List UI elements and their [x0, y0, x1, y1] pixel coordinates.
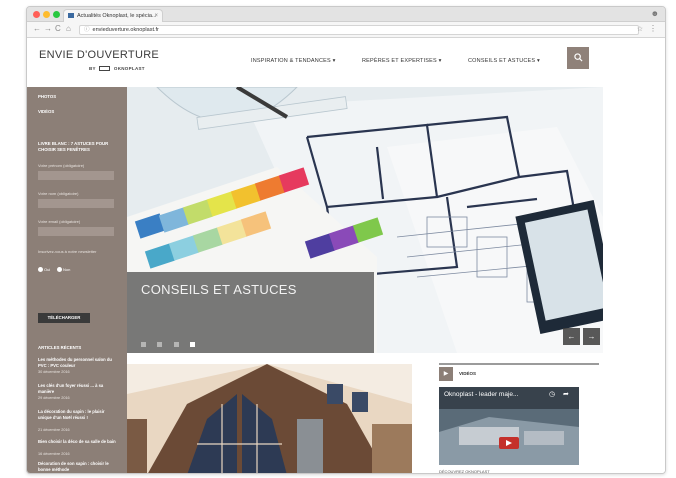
recent-article-link[interactable]: Bien choisir la déco de sa salle de bain	[38, 439, 116, 445]
play-icon: ▶	[439, 367, 453, 381]
newsletter-label: Inscrivez-vous à notre newsletter	[38, 249, 97, 254]
screenshot: Actualités Oknoplast, le spécia... × ☻ ←…	[0, 0, 676, 478]
discover-link[interactable]: DÉCOUVREZ OKNOPLAST	[439, 469, 490, 473]
byline-by: BY	[89, 66, 96, 71]
url-field[interactable]: ⓘ envieduverture.oknoplast.fr	[79, 25, 639, 35]
newsletter-radio-yes[interactable]: Oui	[38, 267, 50, 272]
web-page: ENVIE D'OUVERTURE BY OKNOPLAST INSPIRATI…	[27, 38, 665, 473]
back-icon[interactable]: ←	[33, 24, 41, 33]
slider-next-button[interactable]: →	[583, 328, 600, 345]
article-image[interactable]	[127, 364, 412, 473]
byline-company: OKNOPLAST	[113, 66, 145, 71]
slider-prev-button[interactable]: ←	[563, 328, 580, 345]
minimize-window-button[interactable]	[43, 11, 50, 18]
radio-yes-icon	[38, 267, 43, 272]
firstname-field[interactable]	[38, 171, 114, 180]
lastname-field[interactable]	[38, 199, 114, 208]
forward-icon[interactable]: →	[44, 24, 52, 33]
address-toolbar: ← → C ⌂ ⓘ envieduverture.oknoplast.fr ☆ ⋮	[27, 22, 665, 38]
home-icon[interactable]: ⌂	[66, 24, 71, 33]
email-field[interactable]	[38, 227, 114, 236]
browser-tab-bar: Actualités Oknoplast, le spécia... × ☻	[27, 7, 665, 22]
firstname-label: Votre prénom (obligatoire)	[38, 163, 85, 168]
recent-article-date: 30 décembre 2016	[38, 370, 70, 374]
url-text: envieduverture.oknoplast.fr	[92, 27, 159, 33]
slider-dot[interactable]	[141, 342, 146, 347]
search-button[interactable]	[567, 47, 589, 69]
site-logo[interactable]: ENVIE D'OUVERTURE	[39, 49, 159, 61]
sidebar-link-videos[interactable]: VIDÉOS	[38, 109, 54, 114]
video-player[interactable]: Oknoplast - leader maje... ◷ ➦	[439, 387, 579, 465]
slider-dot-active[interactable]	[190, 342, 196, 347]
slider-dot[interactable]	[173, 342, 179, 347]
recent-article-link[interactable]: Décoration de son sapin : choisir le bon…	[38, 461, 116, 472]
hero-caption-title[interactable]: CONSEILS ET ASTUCES	[141, 282, 297, 297]
search-icon	[573, 53, 583, 62]
newsletter-radio-no[interactable]: Non	[57, 267, 70, 272]
share-icon[interactable]: ➦	[563, 390, 569, 398]
tab-title: Actualités Oknoplast, le spécia...	[77, 13, 157, 19]
recent-article-date: 16 décembre 2016	[38, 452, 70, 456]
browser-window: Actualités Oknoplast, le spécia... × ☻ ←…	[26, 6, 666, 474]
hero-caption-panel: CONSEILS ET ASTUCES	[127, 272, 374, 353]
radio-yes-label: Oui	[44, 267, 51, 272]
nav-conseils-astuces[interactable]: CONSEILS ET ASTUCES ▾	[468, 58, 540, 64]
recent-article-link[interactable]: Les clés d'un foyer réussi ... à sa mani…	[38, 383, 116, 394]
zoom-window-button[interactable]	[53, 11, 60, 18]
site-header: ENVIE D'OUVERTURE BY OKNOPLAST INSPIRATI…	[27, 38, 665, 87]
recent-article-date: 29 décembre 2016	[38, 396, 70, 400]
radio-no-icon	[57, 267, 62, 272]
close-window-button[interactable]	[33, 11, 40, 18]
browser-menu-icon[interactable]: ⋮	[649, 24, 657, 33]
oknoplast-logo-icon	[99, 66, 111, 71]
favicon-icon	[68, 13, 74, 18]
nav-reperes-expertises[interactable]: REPÈRES ET EXPERTISES ▾	[362, 58, 442, 64]
recent-article-link[interactable]: La décoration du sapin : le plaisir uniq…	[38, 409, 116, 420]
video-title[interactable]: Oknoplast - leader maje...	[444, 391, 518, 398]
videos-widget: ▶ VIDÉOS Oknoplast - leader maje... ◷ ➦	[439, 363, 599, 473]
site-byline: BY OKNOPLAST	[89, 66, 145, 71]
tab-close-icon[interactable]: ×	[154, 10, 158, 22]
videos-divider	[439, 363, 599, 365]
recent-article-date: 21 décembre 2016	[38, 428, 70, 432]
videos-heading: VIDÉOS	[459, 371, 477, 376]
reload-icon[interactable]: C	[55, 24, 61, 33]
download-button[interactable]: TÉLÉCHARGER	[38, 313, 90, 323]
video-thumbnail	[439, 387, 579, 465]
lastname-label: Votre nom (obligatoire)	[38, 191, 79, 196]
sidebar-link-photos[interactable]: PHOTOS	[38, 94, 56, 99]
email-label: Votre email (obligatoire)	[38, 219, 81, 224]
slider-dot[interactable]	[157, 342, 163, 347]
sidebar: PHOTOS VIDÉOS LIVRE BLANC : 7 ASTUCES PO…	[27, 87, 127, 473]
slider-dots	[141, 334, 202, 352]
radio-no-label: Non	[63, 267, 71, 272]
nav-inspiration-tendances[interactable]: INSPIRATION & TENDANCES ▾	[251, 58, 336, 64]
bookmark-star-icon[interactable]: ☆	[637, 25, 643, 33]
interior-photo	[127, 364, 412, 473]
browser-tab[interactable]: Actualités Oknoplast, le spécia... ×	[63, 9, 163, 22]
recent-article-link[interactable]: Les méthodes du personnel salon du PVC :…	[38, 357, 116, 368]
info-icon[interactable]: ⓘ	[84, 27, 90, 33]
profile-icon[interactable]: ☻	[651, 9, 659, 18]
watch-later-icon[interactable]: ◷	[549, 390, 555, 398]
whitepaper-title: LIVRE BLANC : 7 ASTUCES POUR CHOISIR SES…	[38, 141, 109, 152]
recent-articles-title: ARTICLES RÉCENTS	[38, 345, 82, 350]
hero-slider: CONSEILS ET ASTUCES ← →	[127, 87, 603, 353]
